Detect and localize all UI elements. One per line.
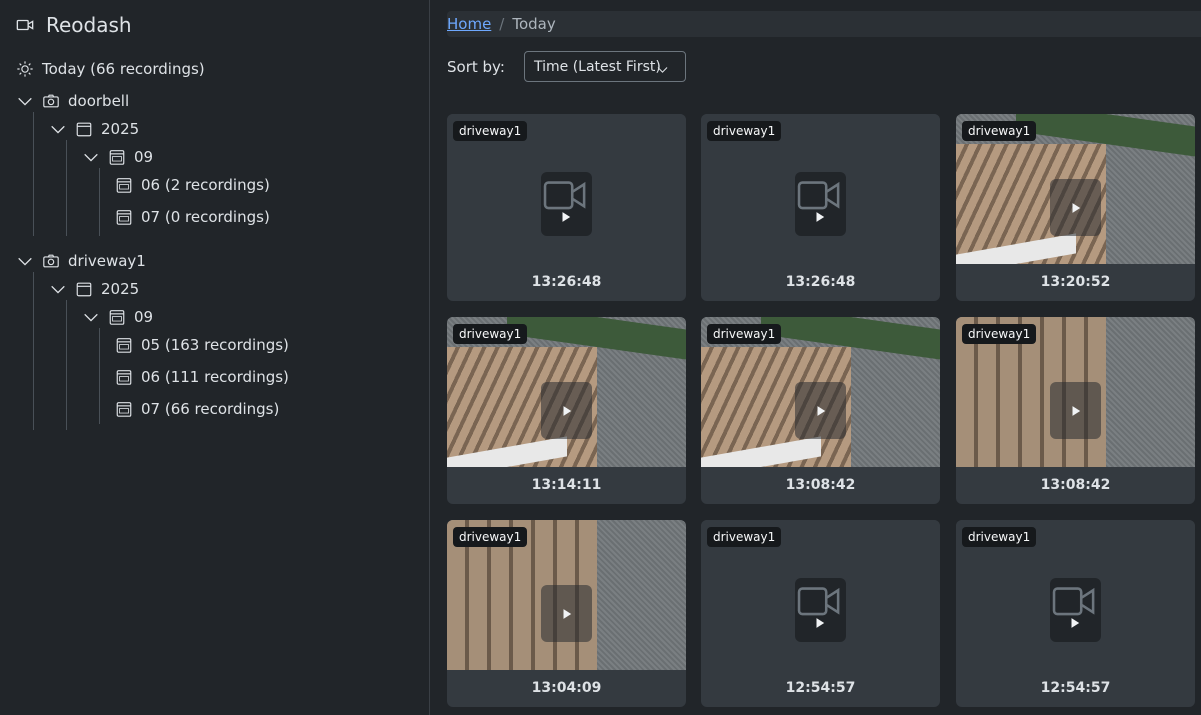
camera-badge: driveway1 — [962, 527, 1037, 547]
recording-card[interactable]: driveway1 12:54:57 — [701, 520, 940, 707]
camera-badge: driveway1 — [962, 324, 1037, 344]
app-title: Reodash — [46, 13, 132, 37]
recording-time: 13:20:52 — [1040, 274, 1111, 290]
sun-icon — [16, 60, 34, 78]
play-icon[interactable] — [1050, 382, 1101, 439]
recording-card[interactable]: driveway1 13:08:42 — [956, 317, 1195, 504]
tree-line — [66, 300, 67, 430]
play-icon[interactable] — [795, 382, 846, 439]
recording-time: 13:08:42 — [785, 477, 856, 493]
recording-time: 13:08:42 — [1040, 477, 1111, 493]
recording-thumbnail: driveway1 — [701, 317, 940, 467]
calendar-day-icon — [115, 400, 133, 418]
recording-time: 13:14:11 — [531, 477, 602, 493]
video-play-icon[interactable] — [541, 172, 592, 236]
calendar-day-icon — [115, 368, 133, 386]
recording-time: 12:54:57 — [785, 680, 856, 696]
sidebar-day-driveway1-07[interactable]: 07 (66 recordings) — [115, 397, 279, 421]
calendar-icon — [75, 120, 93, 138]
camera-badge: driveway1 — [453, 324, 528, 344]
sort-label: Sort by: — [447, 58, 505, 76]
sidebar-camera-driveway1[interactable]: driveway1 — [16, 249, 146, 273]
chevron-down-icon — [49, 280, 67, 298]
sidebar-day-driveway1-06[interactable]: 06 (111 recordings) — [115, 365, 289, 389]
sidebar-day-doorbell-06[interactable]: 06 (2 recordings) — [115, 173, 270, 197]
brand[interactable]: Reodash — [16, 12, 132, 38]
sidebar-day-driveway1-05[interactable]: 05 (163 recordings) — [115, 333, 289, 357]
recording-thumbnail: driveway1 — [447, 520, 686, 670]
camera-badge: driveway1 — [453, 121, 528, 141]
tree-line — [99, 168, 100, 236]
play-icon[interactable] — [541, 585, 592, 642]
calendar-month-icon — [108, 148, 126, 166]
camera-badge: driveway1 — [707, 527, 782, 547]
video-camera-icon — [16, 16, 34, 34]
recording-thumbnail: driveway1 — [956, 114, 1195, 264]
sidebar-month-driveway1[interactable]: 09 — [82, 305, 153, 329]
sidebar: Reodash Today (66 recordings) doorbell 2… — [0, 0, 430, 715]
tree-line — [33, 272, 34, 430]
calendar-day-icon — [115, 208, 133, 226]
recording-time: 12:54:57 — [1040, 680, 1111, 696]
calendar-day-icon — [115, 336, 133, 354]
chevron-down-icon — [16, 92, 34, 110]
breadcrumb: Home / Today — [447, 11, 1201, 37]
breadcrumb-home-link[interactable]: Home — [447, 15, 491, 33]
play-icon[interactable] — [541, 382, 592, 439]
recording-time: 13:26:48 — [531, 274, 602, 290]
video-play-icon[interactable] — [1050, 578, 1101, 642]
play-icon[interactable] — [1050, 179, 1101, 236]
recording-card[interactable]: driveway1 12:54:57 — [956, 520, 1195, 707]
sort-select[interactable]: Time (Latest First) — [524, 51, 686, 82]
chevron-down-icon — [653, 60, 671, 78]
sidebar-day-doorbell-07[interactable]: 07 (0 recordings) — [115, 205, 270, 229]
calendar-month-icon — [108, 308, 126, 326]
sort-selected-value: Time (Latest First) — [534, 58, 661, 75]
recording-card[interactable]: driveway1 13:26:48 — [447, 114, 686, 301]
calendar-icon — [75, 280, 93, 298]
camera-badge: driveway1 — [707, 324, 782, 344]
recording-card[interactable]: driveway1 13:26:48 — [701, 114, 940, 301]
recording-placeholder: driveway1 — [701, 114, 940, 264]
sidebar-year-doorbell[interactable]: 2025 — [49, 117, 139, 141]
chevron-down-icon — [82, 308, 100, 326]
chevron-down-icon — [16, 252, 34, 270]
recording-time: 13:26:48 — [785, 274, 856, 290]
calendar-day-icon — [115, 176, 133, 194]
recording-card[interactable]: driveway1 13:04:09 — [447, 520, 686, 707]
recording-time: 13:04:09 — [531, 680, 602, 696]
sidebar-year-driveway1[interactable]: 2025 — [49, 277, 139, 301]
recording-card[interactable]: driveway1 13:20:52 — [956, 114, 1195, 301]
sidebar-camera-doorbell[interactable]: doorbell — [16, 89, 129, 113]
chevron-down-icon — [49, 120, 67, 138]
camera-icon — [42, 92, 60, 110]
video-play-icon[interactable] — [795, 578, 846, 642]
recording-card[interactable]: driveway1 13:14:11 — [447, 317, 686, 504]
chevron-down-icon — [82, 148, 100, 166]
recording-thumbnail: driveway1 — [447, 317, 686, 467]
recording-placeholder: driveway1 — [701, 520, 940, 670]
camera-icon — [42, 252, 60, 270]
tree-line — [66, 140, 67, 236]
tree-line — [99, 328, 100, 424]
camera-badge: driveway1 — [707, 121, 782, 141]
camera-badge: driveway1 — [453, 527, 528, 547]
sidebar-month-doorbell[interactable]: 09 — [82, 145, 153, 169]
tree-line — [33, 112, 34, 236]
video-play-icon[interactable] — [795, 172, 846, 236]
recording-card[interactable]: driveway1 13:08:42 — [701, 317, 940, 504]
recording-thumbnail: driveway1 — [956, 317, 1195, 467]
sidebar-item-today[interactable]: Today (66 recordings) — [16, 57, 205, 81]
camera-badge: driveway1 — [962, 121, 1037, 141]
recording-placeholder: driveway1 — [447, 114, 686, 264]
breadcrumb-current: Today — [512, 15, 556, 33]
recording-placeholder: driveway1 — [956, 520, 1195, 670]
breadcrumb-separator: / — [499, 15, 505, 33]
